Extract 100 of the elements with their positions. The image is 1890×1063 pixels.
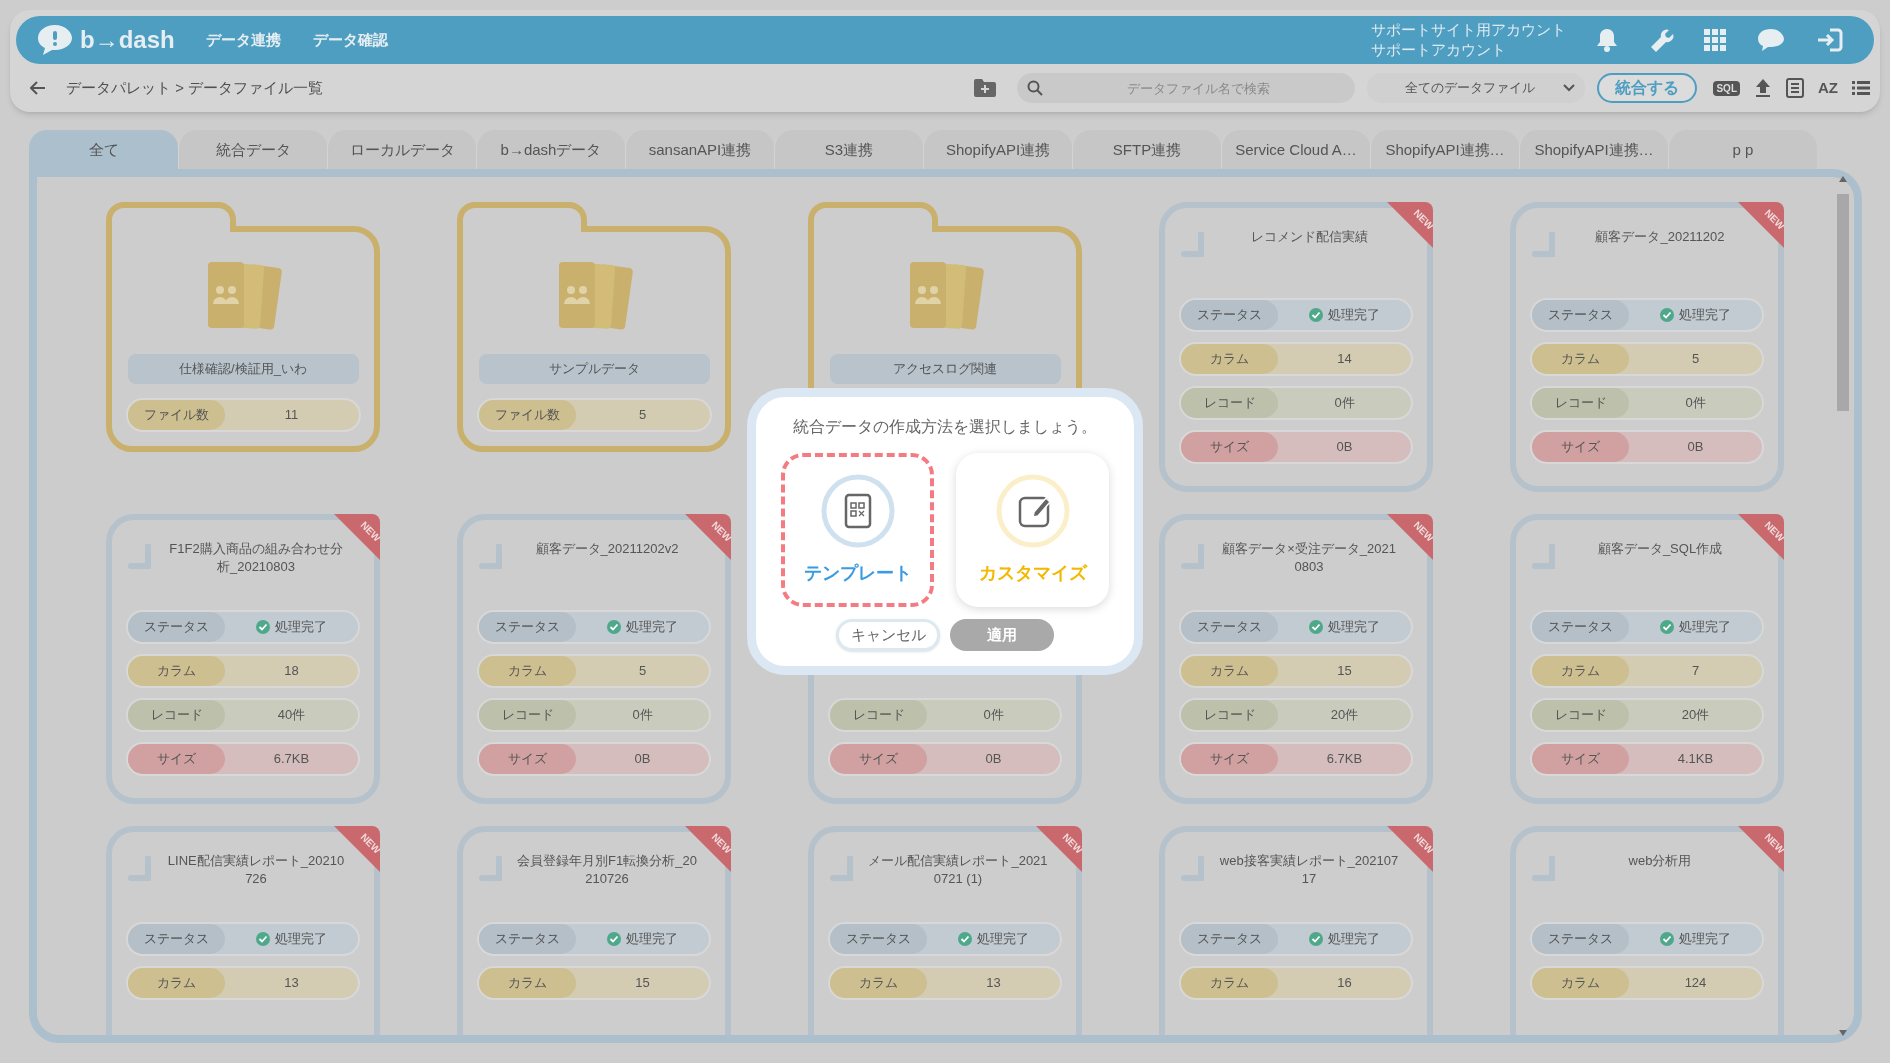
nav-link[interactable]: データ確認 — [313, 28, 388, 52]
stat-label: ステータス — [128, 612, 225, 642]
tab[interactable]: ShopifyAPI連携… — [1519, 130, 1668, 170]
file-name: 顧客データ_20211202 — [1594, 228, 1726, 246]
stat-value-text: 40件 — [277, 706, 306, 725]
scrollbar-thumb[interactable] — [1837, 194, 1849, 411]
stat-value-text: 処理完了 — [1679, 618, 1731, 637]
tab[interactable]: ShopifyAPI連携 — [923, 130, 1072, 170]
option-label: テンプレート — [803, 561, 912, 585]
stat-label: レコード — [830, 700, 927, 730]
stat-label: カラム — [128, 656, 225, 686]
file-name: 顧客データ_20211202v2 — [534, 540, 680, 558]
stat-value-text: 14 — [1337, 350, 1352, 369]
stat-value-text: 0件 — [983, 706, 1004, 725]
chat-bubble-icon[interactable] — [1756, 27, 1786, 53]
stat-value-text: 処理完了 — [626, 930, 678, 949]
check-circle-icon — [958, 932, 972, 946]
stat-value-text: 0件 — [1334, 394, 1355, 413]
stat-label: カラム — [1532, 656, 1629, 686]
tab[interactable]: 全て — [29, 130, 178, 170]
tab[interactable]: ローカルデータ — [327, 130, 476, 170]
stat-value-text: 0件 — [1685, 394, 1706, 413]
stat-label: ステータス — [830, 924, 927, 954]
stat-label: レコード — [1181, 700, 1278, 730]
folder-card[interactable]: 仕様確認/検証用_いわ ファイル数 11 — [106, 226, 380, 452]
stat-label: カラム — [1181, 344, 1278, 374]
speech-bubble-logo-icon — [36, 23, 74, 57]
stat-label: レコード — [1181, 388, 1278, 418]
stat-label: サイズ — [1181, 744, 1278, 774]
check-circle-icon — [1660, 932, 1674, 946]
back-arrow-icon[interactable] — [30, 81, 46, 95]
stat-label: カラム — [479, 656, 576, 686]
method-option[interactable]: テンプレート — [781, 453, 934, 607]
stat-value-text: 15 — [1337, 662, 1352, 681]
stat-label: カラム — [1181, 656, 1278, 686]
stat-value-text: 13 — [284, 974, 299, 993]
stat-label: サイズ — [830, 744, 927, 774]
stat-value-text: 13 — [986, 974, 1001, 993]
stat-label: ステータス — [1181, 924, 1278, 954]
folder-card[interactable]: サンプルデータ ファイル数 5 — [457, 226, 731, 452]
stat-value-text: 処理完了 — [275, 618, 327, 637]
stat-value-text: 20件 — [1330, 706, 1359, 725]
tab[interactable]: S3連携 — [774, 130, 923, 170]
tab[interactable]: p p — [1668, 130, 1817, 170]
tab[interactable]: Service Cloud A… — [1221, 130, 1370, 170]
stat-value-text: 5 — [638, 662, 647, 681]
stat-value-text: 処理完了 — [1328, 306, 1380, 325]
stat-value-text: 6.7KB — [273, 750, 310, 769]
stat-label: サイズ — [1532, 744, 1629, 774]
dialog-button[interactable]: キャンセル — [836, 619, 940, 651]
app-grid-icon[interactable] — [1704, 29, 1726, 51]
list-view-icon[interactable] — [1852, 80, 1870, 96]
stat-label: サイズ — [128, 744, 225, 774]
stat-value-text: 16 — [1337, 974, 1352, 993]
stat-label: ステータス — [1532, 924, 1629, 954]
tab[interactable]: ShopifyAPI連携… — [1370, 130, 1519, 170]
upload-icon[interactable] — [1754, 78, 1772, 98]
stat-value-text: 0B — [1336, 438, 1353, 457]
stat-label: カラム — [1181, 968, 1278, 998]
stat-label: サイズ — [1181, 432, 1278, 462]
document-list-icon[interactable] — [1786, 78, 1804, 98]
check-circle-icon — [1660, 620, 1674, 634]
stat-value-text: 処理完了 — [1328, 930, 1380, 949]
scroll-down-icon[interactable] — [1839, 1030, 1847, 1036]
stat-label: カラム — [830, 968, 927, 998]
stat-value-text: 処理完了 — [1328, 618, 1380, 637]
stat-label: カラム — [128, 968, 225, 998]
tab[interactable]: SFTP連携 — [1072, 130, 1221, 170]
sort-button[interactable]: AZ — [1818, 76, 1838, 100]
template-grid-icon — [820, 473, 895, 548]
stat-label: ファイル数 — [478, 400, 576, 430]
sql-button[interactable]: SQL — [1713, 80, 1740, 96]
stat-label: ステータス — [479, 612, 576, 642]
stat-label: ステータス — [1532, 612, 1629, 642]
stat-label: サイズ — [1532, 432, 1629, 462]
folder-plus-icon[interactable] — [973, 78, 998, 98]
check-circle-icon — [1309, 620, 1323, 634]
tab[interactable]: 統合データ — [178, 130, 327, 170]
sign-out-icon[interactable] — [1816, 27, 1844, 53]
breadcrumb: データパレット > データファイル一覧 — [66, 77, 324, 98]
bell-icon[interactable] — [1596, 28, 1618, 52]
scroll-up-icon[interactable] — [1839, 176, 1847, 182]
tab[interactable]: b→dashデータ — [476, 130, 625, 170]
stat-value-text: 0B — [985, 750, 1002, 769]
nav-link[interactable]: データ連携 — [206, 28, 281, 52]
account-name: サポートサイト用アカウント — [1371, 20, 1566, 40]
scrollbar[interactable] — [1836, 176, 1850, 1036]
file-name: web分析用 — [1627, 852, 1693, 870]
stat-label: カラム — [479, 968, 576, 998]
stat-value-text: 処理完了 — [977, 930, 1029, 949]
check-circle-icon — [607, 932, 621, 946]
edit-note-icon — [995, 473, 1070, 548]
logo-text: b→dash — [80, 25, 175, 55]
stat-label: ステータス — [1181, 300, 1278, 330]
stat-value-text: 4.1KB — [1677, 750, 1714, 769]
stat-label: レコード — [1532, 388, 1629, 418]
file-name: 顧客データ_SQL作成 — [1596, 540, 1724, 558]
file-filter-dropdown[interactable]: 全てのデータファイル — [1367, 73, 1586, 103]
stat-label: レコード — [479, 700, 576, 730]
tab[interactable]: sansanAPI連携 — [625, 130, 774, 170]
